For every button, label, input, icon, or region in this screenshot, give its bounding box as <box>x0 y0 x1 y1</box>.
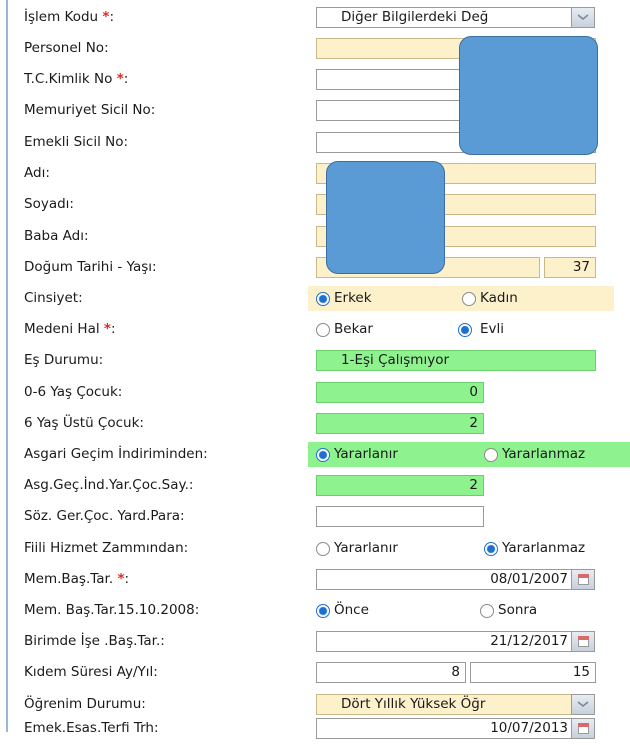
label-cocuk-6-ustu: 6 Yaş Üstü Çocuk: <box>24 415 144 431</box>
label-islem-kodu: İşlem Kodu *: <box>24 9 115 25</box>
label-personel-no: Personel No: <box>24 40 109 56</box>
radio-fiili-yararlanir[interactable] <box>316 542 330 556</box>
mem-bas-tar-calendar-button[interactable] <box>571 569 595 590</box>
row-cocuk-6-ustu: 6 Yaş Üstü Çocuk: 2 <box>8 408 630 440</box>
row-emek-terfi: Emek.Esas.Terfi Trh: 10/07/2013 <box>8 713 630 745</box>
label-adi: Adı: <box>24 165 50 181</box>
row-birim-ise-bas: Birimde İşe .Baş.Tar.: 21/12/2017 <box>8 626 630 658</box>
label-emek-terfi: Emek.Esas.Terfi Trh: <box>24 720 159 736</box>
radio-kadin[interactable] <box>462 292 476 306</box>
radio-agi-yararlanir-label: Yararlanır <box>334 446 398 462</box>
label-medeni-hal: Medeni Hal *: <box>24 321 116 337</box>
row-dogum-tarihi: Doğum Tarihi - Yaşı: 37 <box>8 252 630 284</box>
form-left-border <box>0 0 8 732</box>
label-emekli-sicil: Emekli Sicil No: <box>24 134 129 150</box>
kidem-ay-input[interactable]: 8 <box>316 662 466 683</box>
row-cinsiyet: Cinsiyet: Erkek Kadın <box>8 283 630 315</box>
label-mem-bas-2008: Mem. Baş.Tar.15.10.2008: <box>24 602 200 618</box>
row-baba-adi: Baba Adı: <box>8 221 630 253</box>
radio-evli-label: Evli <box>480 321 505 337</box>
label-dogum-tarihi: Doğum Tarihi - Yaşı: <box>24 259 157 275</box>
radio-fiili-yararlanmaz[interactable] <box>484 542 498 556</box>
radio-kadin-label: Kadın <box>480 290 518 306</box>
radio-sonra[interactable] <box>480 604 494 618</box>
label-ogrenim: Öğrenim Durumu: <box>24 696 146 712</box>
label-birim-ise-bas: Birimde İşe .Baş.Tar.: <box>24 633 165 649</box>
label-agi: Asgari Geçim İndiriminden: <box>24 446 208 462</box>
row-es-durumu: Eş Durumu: 1-Eşi Çalışmıyor <box>8 345 630 377</box>
label-tc-kimlik: T.C.Kimlik No *: <box>24 71 129 87</box>
radio-sonra-label: Sonra <box>498 602 538 618</box>
label-memuriyet-sicil: Memuriyet Sicil No: <box>24 102 156 118</box>
radio-once[interactable] <box>316 604 330 618</box>
label-soz-cocuk: Söz. Ger.Çoc. Yard.Para: <box>24 508 185 524</box>
label-cinsiyet: Cinsiyet: <box>24 290 83 306</box>
islem-kodu-dropdown-button[interactable] <box>571 7 595 28</box>
personnel-form: İşlem Kodu *: Diğer Bilgilerdeki Değ Per… <box>0 0 630 739</box>
radio-agi-yararlanmaz-label: Yararlanmaz <box>502 446 586 462</box>
label-cocuk-0-6: 0-6 Yaş Çocuk: <box>24 384 123 400</box>
label-baba-adi: Baba Adı: <box>24 228 89 244</box>
calendar-icon <box>578 574 589 585</box>
label-soyadi: Soyadı: <box>24 196 74 212</box>
row-agi: Asgari Geçim İndiriminden: Yararlanır Ya… <box>8 439 630 471</box>
cocuk-0-6-field: 0 <box>316 382 484 403</box>
ogrenim-select[interactable]: Dört Yıllık Yüksek Öğr <box>316 694 574 715</box>
agi-cocuk-field: 2 <box>316 475 484 496</box>
redaction-box-top <box>459 36 598 155</box>
radio-bekar-label: Bekar <box>334 321 373 337</box>
row-cocuk-0-6: 0-6 Yaş Çocuk: 0 <box>8 377 630 409</box>
kidem-yil-input[interactable]: 15 <box>470 662 596 683</box>
row-soyadi: Soyadı: <box>8 189 630 221</box>
birim-ise-bas-input[interactable]: 21/12/2017 <box>316 631 574 652</box>
row-islem-kodu: İşlem Kodu *: Diğer Bilgilerdeki Değ <box>8 2 630 34</box>
soz-cocuk-input[interactable] <box>316 506 484 527</box>
row-agi-cocuk: Asg.Geç.İnd.Yar.Çoc.Say.: 2 <box>8 470 630 502</box>
emek-terfi-calendar-button[interactable] <box>571 718 595 739</box>
radio-fiili-yararlanir-label: Yararlanır <box>334 540 398 556</box>
yas-field: 37 <box>544 257 596 278</box>
row-fiili-hizmet: Fiili Hizmet Zammından: Yararlanır Yarar… <box>8 533 630 565</box>
radio-agi-yararlanir[interactable] <box>316 448 330 462</box>
row-soz-cocuk: Söz. Ger.Çoc. Yard.Para: <box>8 501 630 533</box>
label-agi-cocuk: Asg.Geç.İnd.Yar.Çoc.Say.: <box>24 477 194 493</box>
islem-kodu-select[interactable]: Diğer Bilgilerdeki Değ <box>316 7 574 28</box>
birim-ise-bas-calendar-button[interactable] <box>571 631 595 652</box>
row-kidem: Kıdem Süresi Ay/Yıl: 8 15 <box>8 657 630 689</box>
row-adi: Adı: <box>8 158 630 190</box>
redaction-box-middle <box>326 161 445 274</box>
radio-erkek[interactable] <box>316 292 330 306</box>
radio-bekar[interactable] <box>316 323 330 337</box>
chevron-down-icon <box>577 701 589 707</box>
calendar-icon <box>578 723 589 734</box>
calendar-icon <box>578 636 589 647</box>
label-kidem: Kıdem Süresi Ay/Yıl: <box>24 664 158 680</box>
ogrenim-dropdown-button[interactable] <box>571 694 595 715</box>
mem-bas-tar-input[interactable]: 08/01/2007 <box>316 569 574 590</box>
radio-fiili-yararlanmaz-label: Yararlanmaz <box>502 540 586 556</box>
radio-agi-yararlanmaz[interactable] <box>484 448 498 462</box>
cocuk-6-ustu-field: 2 <box>316 413 484 434</box>
chevron-down-icon <box>577 14 589 20</box>
radio-evli[interactable] <box>458 323 472 337</box>
radio-erkek-label: Erkek <box>334 290 372 306</box>
es-durumu-field: 1-Eşi Çalışmıyor <box>316 350 596 371</box>
row-mem-bas-tar: Mem.Baş.Tar. *: 08/01/2007 <box>8 564 630 596</box>
row-mem-bas-2008: Mem. Baş.Tar.15.10.2008: Önce Sonra <box>8 595 630 627</box>
row-medeni-hal: Medeni Hal *: Bekar Evli <box>8 314 630 346</box>
emek-terfi-input[interactable]: 10/07/2013 <box>316 718 574 739</box>
label-fiili-hizmet: Fiili Hizmet Zammından: <box>24 540 189 556</box>
label-es-durumu: Eş Durumu: <box>24 352 104 368</box>
radio-once-label: Önce <box>334 602 369 618</box>
label-mem-bas-tar: Mem.Baş.Tar. *: <box>24 571 130 587</box>
